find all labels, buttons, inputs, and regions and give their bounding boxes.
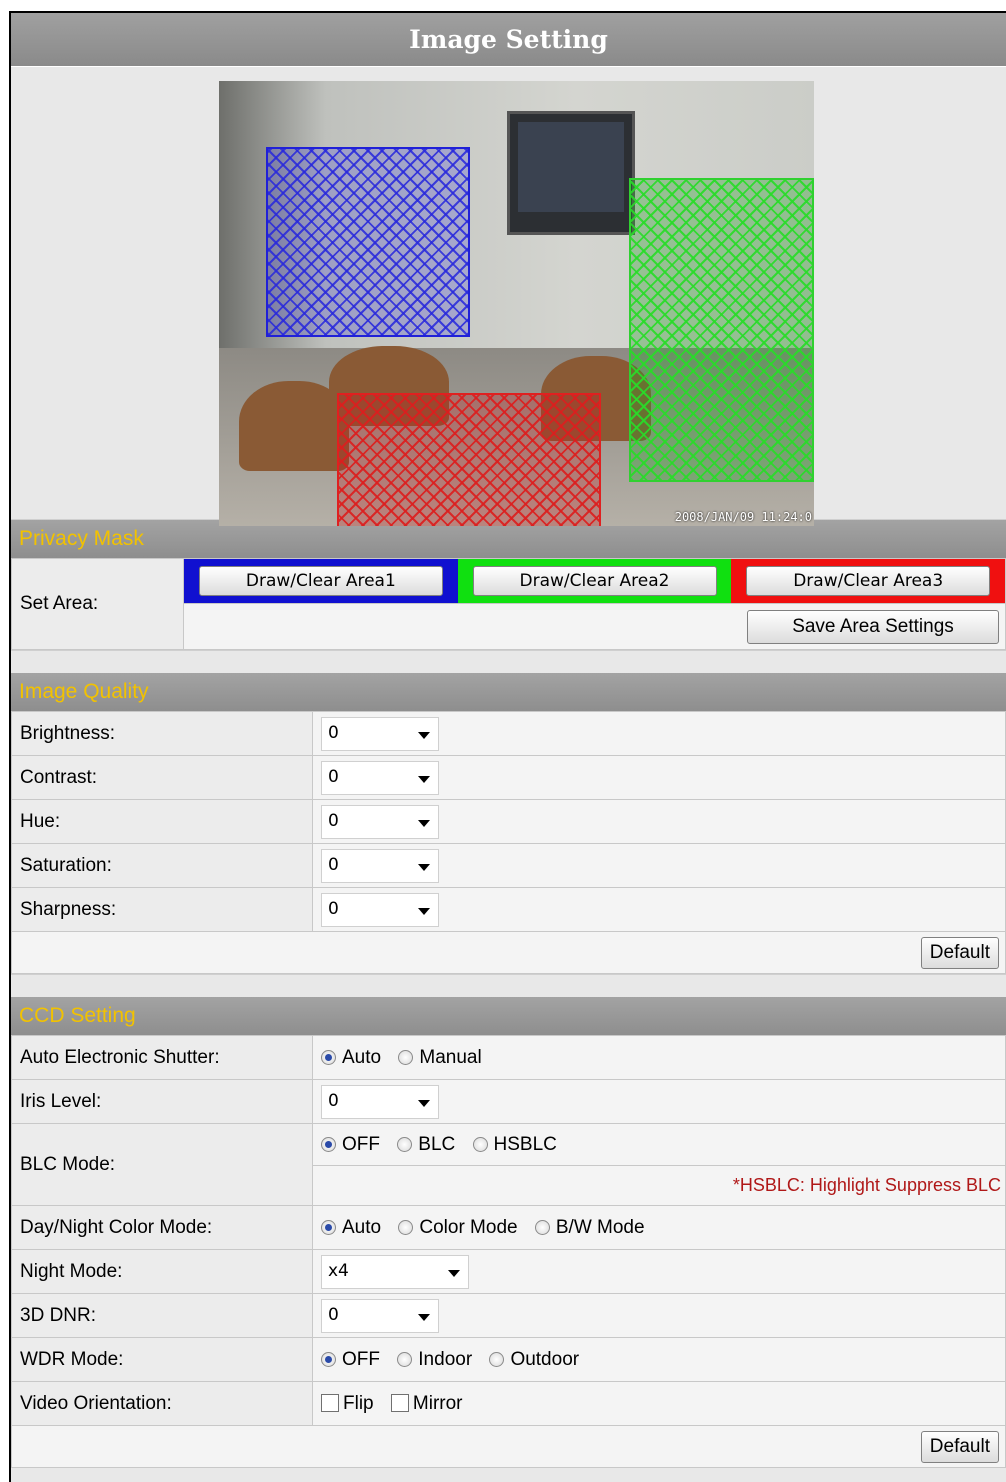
set-area-label: Set Area:: [11, 558, 184, 650]
chevron-down-icon: [418, 907, 430, 915]
image-setting-panel: Image Setting 2008/JAN/09 11:24:0 Privac…: [9, 11, 1006, 1482]
day-night-label: Day/Night Color Mode:: [11, 1205, 313, 1250]
hue-select[interactable]: 0: [321, 804, 439, 839]
page-title: Image Setting: [11, 13, 1006, 67]
blc-mode-label: BLC Mode:: [11, 1123, 313, 1206]
night-mode-label: Night Mode:: [11, 1249, 313, 1294]
area2-slot: Draw/Clear Area2: [457, 559, 732, 603]
chevron-down-icon: [418, 1313, 430, 1321]
privacy-mask-area1[interactable]: [266, 147, 470, 337]
saturation-select[interactable]: 0: [321, 848, 439, 883]
chevron-down-icon: [418, 863, 430, 871]
radio-icon[interactable]: [534, 1219, 550, 1235]
hsblc-note: *HSBLC: Highlight Suppress BLC: [312, 1165, 1006, 1206]
image-quality-default-button[interactable]: Default: [920, 936, 999, 969]
save-area-row: Save Area Settings: [184, 603, 1005, 649]
dnr-label: 3D DNR:: [11, 1293, 313, 1338]
checkbox-icon[interactable]: [390, 1393, 409, 1412]
chevron-down-icon: [448, 1269, 460, 1277]
sharpness-select[interactable]: 0: [321, 892, 439, 927]
video-tv-object: [507, 111, 635, 235]
blc-hsblc-option[interactable]: HSBLC: [472, 1134, 557, 1156]
radio-icon[interactable]: [472, 1136, 488, 1152]
daynight-auto-option[interactable]: Auto: [321, 1217, 381, 1239]
privacy-mask-area3[interactable]: [337, 393, 601, 526]
radio-icon[interactable]: [398, 1219, 414, 1235]
radio-selected-icon[interactable]: [321, 1049, 336, 1065]
ccd-default-button[interactable]: Default: [920, 1430, 999, 1463]
camera-video-preview[interactable]: 2008/JAN/09 11:24:0: [219, 81, 814, 526]
dnr-select[interactable]: 0: [321, 1298, 439, 1333]
wdr-indoor-option[interactable]: Indoor: [397, 1349, 472, 1371]
blc-off-option[interactable]: OFF: [321, 1134, 380, 1156]
hue-label: Hue:: [11, 799, 313, 844]
shutter-label: Auto Electronic Shutter:: [11, 1035, 313, 1080]
contrast-select[interactable]: 0: [321, 760, 439, 795]
checkbox-icon[interactable]: [321, 1393, 339, 1412]
video-preview-area: 2008/JAN/09 11:24:0: [11, 67, 1006, 526]
contrast-label: Contrast:: [11, 755, 313, 800]
area1-slot: Draw/Clear Area1: [184, 559, 458, 603]
privacy-mask-table: Set Area: Draw/Clear Area1 Draw/Clear Ar…: [11, 558, 1006, 650]
shutter-manual-option[interactable]: Manual: [398, 1047, 482, 1069]
chevron-down-icon: [418, 1099, 430, 1107]
ccd-setting-table: Auto Electronic Shutter: Auto Manual Iri…: [11, 1035, 1006, 1468]
privacy-mask-area2[interactable]: [629, 178, 814, 482]
blc-blc-option[interactable]: BLC: [397, 1134, 455, 1156]
night-mode-select[interactable]: x4: [321, 1254, 469, 1289]
saturation-label: Saturation:: [11, 843, 313, 888]
video-timestamp: 2008/JAN/09 11:24:0: [674, 510, 812, 524]
wdr-outdoor-option[interactable]: Outdoor: [489, 1349, 579, 1371]
video-orientation-label: Video Orientation:: [11, 1381, 313, 1426]
set-area-controls: Draw/Clear Area1 Draw/Clear Area2 Draw/C…: [183, 558, 1006, 650]
save-area-settings-button[interactable]: Save Area Settings: [747, 609, 999, 644]
iris-level-select[interactable]: 0: [321, 1084, 439, 1119]
brightness-select[interactable]: 0: [321, 716, 439, 751]
flip-option[interactable]: Flip: [321, 1393, 374, 1415]
draw-clear-area2-button[interactable]: Draw/Clear Area2: [472, 566, 717, 596]
radio-icon[interactable]: [397, 1351, 413, 1367]
radio-selected-icon[interactable]: [321, 1219, 336, 1235]
image-quality-table: Brightness: 0 Contrast: 0 Hue: 0 Saturat…: [11, 711, 1006, 974]
radio-icon[interactable]: [397, 1136, 413, 1152]
area3-slot: Draw/Clear Area3: [731, 559, 1006, 603]
radio-selected-icon[interactable]: [321, 1136, 336, 1152]
radio-selected-icon[interactable]: [321, 1351, 336, 1367]
section-spacer: [11, 650, 1006, 673]
radio-icon[interactable]: [489, 1351, 505, 1367]
chevron-down-icon: [418, 819, 430, 827]
iris-level-label: Iris Level:: [11, 1079, 313, 1124]
chevron-down-icon: [418, 775, 430, 783]
chevron-down-icon: [418, 731, 430, 739]
radio-icon[interactable]: [398, 1049, 414, 1065]
shutter-auto-option[interactable]: Auto: [321, 1047, 381, 1069]
mirror-option[interactable]: Mirror: [390, 1393, 463, 1415]
section-spacer: [11, 974, 1006, 997]
wdr-mode-label: WDR Mode:: [11, 1337, 313, 1382]
ccd-setting-header: CCD Setting: [11, 997, 1006, 1035]
draw-clear-area3-button[interactable]: Draw/Clear Area3: [746, 566, 991, 596]
image-quality-header: Image Quality: [11, 673, 1006, 711]
brightness-label: Brightness:: [11, 711, 313, 756]
daynight-bw-option[interactable]: B/W Mode: [534, 1217, 645, 1239]
daynight-color-option[interactable]: Color Mode: [398, 1217, 518, 1239]
sharpness-label: Sharpness:: [11, 887, 313, 932]
wdr-off-option[interactable]: OFF: [321, 1349, 380, 1371]
draw-clear-area1-button[interactable]: Draw/Clear Area1: [198, 566, 443, 596]
